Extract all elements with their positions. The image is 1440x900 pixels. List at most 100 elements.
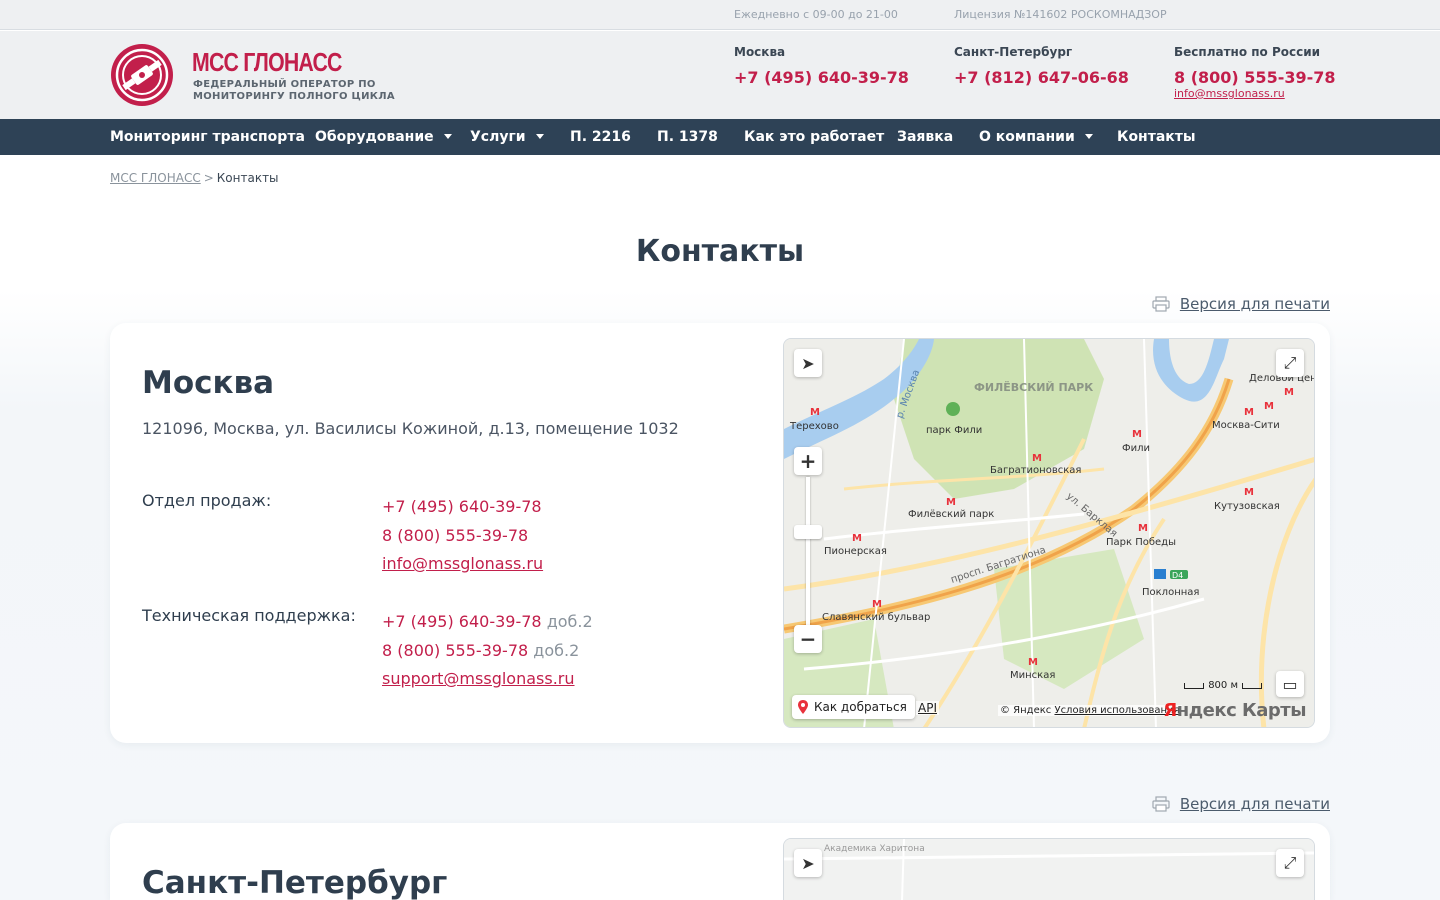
- svg-text:M: M: [1244, 407, 1254, 418]
- header-contact-moscow: Москва +7 (495) 640-39-78: [734, 45, 909, 87]
- map-label-akad: Академика Харитона: [824, 844, 925, 854]
- map-label-fili: Фили: [1122, 443, 1150, 454]
- nav-item-how-it-works[interactable]: Как это работает: [744, 119, 884, 155]
- print-label: Версия для печати: [1179, 795, 1330, 813]
- yandex-map-spb[interactable]: Академика Харитона ➤ ⤢: [783, 838, 1315, 900]
- map-label-minsk: Минская: [1010, 670, 1055, 681]
- office-card-moscow: Москва 121096, Москва, ул. Василисы Кожи…: [110, 323, 1330, 743]
- map-canvas[interactable]: M M M M M M M M M M M M D4 ФИЛЁВСКИЙ ПАР…: [784, 339, 1315, 728]
- support-label: Техническая поддержка:: [142, 606, 356, 625]
- support-contacts: +7 (495) 640-39-78 доб.2 8 (800) 555-39-…: [382, 608, 593, 694]
- map-terms-link[interactable]: Условия использования: [1054, 705, 1179, 716]
- nav-item-label: О компании: [979, 129, 1075, 145]
- printer-icon: [1152, 296, 1170, 312]
- sales-label: Отдел продаж:: [142, 491, 272, 510]
- header-phone-free[interactable]: 8 (800) 555-39-78: [1174, 68, 1336, 87]
- nav-item-request[interactable]: Заявка: [897, 119, 953, 155]
- nav-item-monitoring[interactable]: Мониторинг транспорта: [110, 119, 305, 155]
- nav-item-about[interactable]: О компании: [979, 119, 1093, 155]
- sales-email-link[interactable]: info@mssglonass.ru: [382, 550, 543, 579]
- office-city-title: Москва: [142, 365, 275, 401]
- support-email-link[interactable]: support@mssglonass.ru: [382, 665, 593, 694]
- nav-item-p1378[interactable]: П. 1378: [657, 119, 718, 155]
- nav-item-contacts[interactable]: Контакты: [1117, 119, 1196, 155]
- map-api-link[interactable]: API: [916, 701, 939, 715]
- caret-down-icon: [535, 133, 544, 139]
- scale-bar: [1184, 682, 1205, 689]
- nav-item-label: Услуги: [470, 129, 526, 145]
- map-label-pioner: Пионерская: [824, 546, 887, 557]
- yandex-map-moscow[interactable]: M M M M M M M M M M M M D4 ФИЛЁВСКИЙ ПАР…: [783, 338, 1315, 728]
- svg-text:M: M: [1284, 387, 1294, 398]
- locate-arrow-icon[interactable]: ➤: [794, 349, 822, 377]
- locate-arrow-icon[interactable]: ➤: [794, 849, 822, 877]
- sales-phone-free-link[interactable]: 8 (800) 555-39-78: [382, 522, 543, 551]
- fullscreen-icon[interactable]: ⤢: [1276, 349, 1304, 377]
- svg-text:M: M: [1264, 401, 1274, 412]
- svg-text:M: M: [1244, 487, 1254, 498]
- fullscreen-icon[interactable]: ⤢: [1276, 849, 1304, 877]
- caret-down-icon: [443, 133, 452, 139]
- map-label-kutuz: Кутузовская: [1214, 501, 1280, 512]
- logo-tagline: ФЕДЕРАЛЬНЫЙ ОПЕРАТОР ПО МОНИТОРИНГУ ПОЛН…: [193, 79, 395, 102]
- header-city: Москва: [734, 45, 786, 59]
- print-version-link[interactable]: Версия для печати: [1152, 295, 1330, 313]
- map-label-park-fili: парк Фили: [926, 425, 982, 436]
- nav-item-equipment[interactable]: Оборудование: [315, 119, 452, 155]
- map-pin-icon: [798, 700, 808, 714]
- header-city: Бесплатно по России: [1174, 45, 1321, 59]
- map-label-d4: D4: [1172, 571, 1183, 580]
- nav-item-label: Контакты: [1117, 129, 1196, 145]
- map-copyright: © Яндекс Условия использования: [998, 705, 1182, 716]
- map-label-slav: Славянский бульвар: [822, 612, 930, 623]
- map-canvas[interactable]: Академика Харитона: [784, 839, 1315, 900]
- yandex-maps-logo[interactable]: Яндекс Карты: [1163, 700, 1306, 721]
- support-phone-free-link[interactable]: 8 (800) 555-39-78: [382, 641, 528, 660]
- page-title: Контакты: [635, 234, 805, 269]
- header-email-link[interactable]: info@mssglonass.ru: [1174, 87, 1336, 100]
- support-ext: доб.2: [533, 640, 580, 660]
- sales-phone-link[interactable]: +7 (495) 640-39-78: [382, 493, 543, 522]
- zoom-slider-track[interactable]: [806, 477, 810, 625]
- svg-text:M: M: [810, 407, 820, 418]
- logo-satellite-icon[interactable]: [110, 43, 174, 107]
- ruler-icon[interactable]: ▭: [1276, 671, 1304, 697]
- map-scale: 800 м: [1180, 680, 1266, 691]
- header-contact-russia: Бесплатно по России 8 (800) 555-39-78 in…: [1174, 45, 1336, 100]
- nav-item-label: Заявка: [897, 129, 954, 145]
- header-city: Санкт-Петербург: [954, 45, 1073, 59]
- nav-item-services[interactable]: Услуги: [470, 119, 544, 155]
- top-bar: Ежедневно с 09-00 до 21-00 Лицензия №141…: [0, 0, 1440, 30]
- support-phone-link[interactable]: +7 (495) 640-39-78: [382, 612, 542, 631]
- site-header: МСС ГЛОНАСС ФЕДЕРАЛЬНЫЙ ОПЕРАТОР ПО МОНИ…: [0, 31, 1440, 119]
- breadcrumb-home-link[interactable]: МСС ГЛОНАСС: [110, 171, 201, 185]
- print-version-link-spb[interactable]: Версия для печати: [1152, 795, 1330, 813]
- logo-text: ндекс Карты: [1176, 700, 1307, 721]
- breadcrumb-current: Контакты: [216, 171, 279, 185]
- map-scale-label: 800 м: [1208, 680, 1238, 691]
- caret-down-icon: [1084, 133, 1093, 139]
- nav-item-label: П. 2216: [570, 129, 631, 145]
- zoom-in-icon[interactable]: +: [794, 447, 822, 475]
- license-info: Лицензия №141602 РОСКОМНАДЗОР: [954, 8, 1167, 21]
- breadcrumb: МСС ГЛОНАСС > Контакты: [110, 171, 279, 185]
- header-contact-spb: Санкт-Петербург +7 (812) 647-06-68: [954, 45, 1129, 87]
- svg-text:M: M: [872, 599, 882, 610]
- map-label-filpark: Филёвский парк: [908, 509, 994, 520]
- logo-name[interactable]: МСС ГЛОНАСС: [192, 47, 342, 78]
- nav-item-label: П. 1378: [657, 129, 718, 145]
- support-ext: доб.2: [546, 612, 593, 631]
- nav-item-p2216[interactable]: П. 2216: [570, 119, 631, 155]
- nav-item-label: Как это работает: [744, 129, 885, 145]
- zoom-slider-handle[interactable]: [794, 525, 822, 539]
- header-phone-spb[interactable]: +7 (812) 647-06-68: [954, 68, 1129, 87]
- route-button[interactable]: Как добраться: [792, 695, 915, 719]
- map-label-poklon: Поклонная: [1142, 587, 1199, 598]
- svg-text:M: M: [1138, 523, 1148, 534]
- header-phone-moscow[interactable]: +7 (495) 640-39-78: [734, 68, 909, 87]
- zoom-out-icon[interactable]: −: [794, 625, 822, 653]
- breadcrumb-separator: >: [203, 171, 214, 185]
- route-label: Как добраться: [814, 700, 907, 714]
- print-label: Версия для печати: [1179, 295, 1330, 313]
- svg-text:M: M: [1032, 453, 1042, 464]
